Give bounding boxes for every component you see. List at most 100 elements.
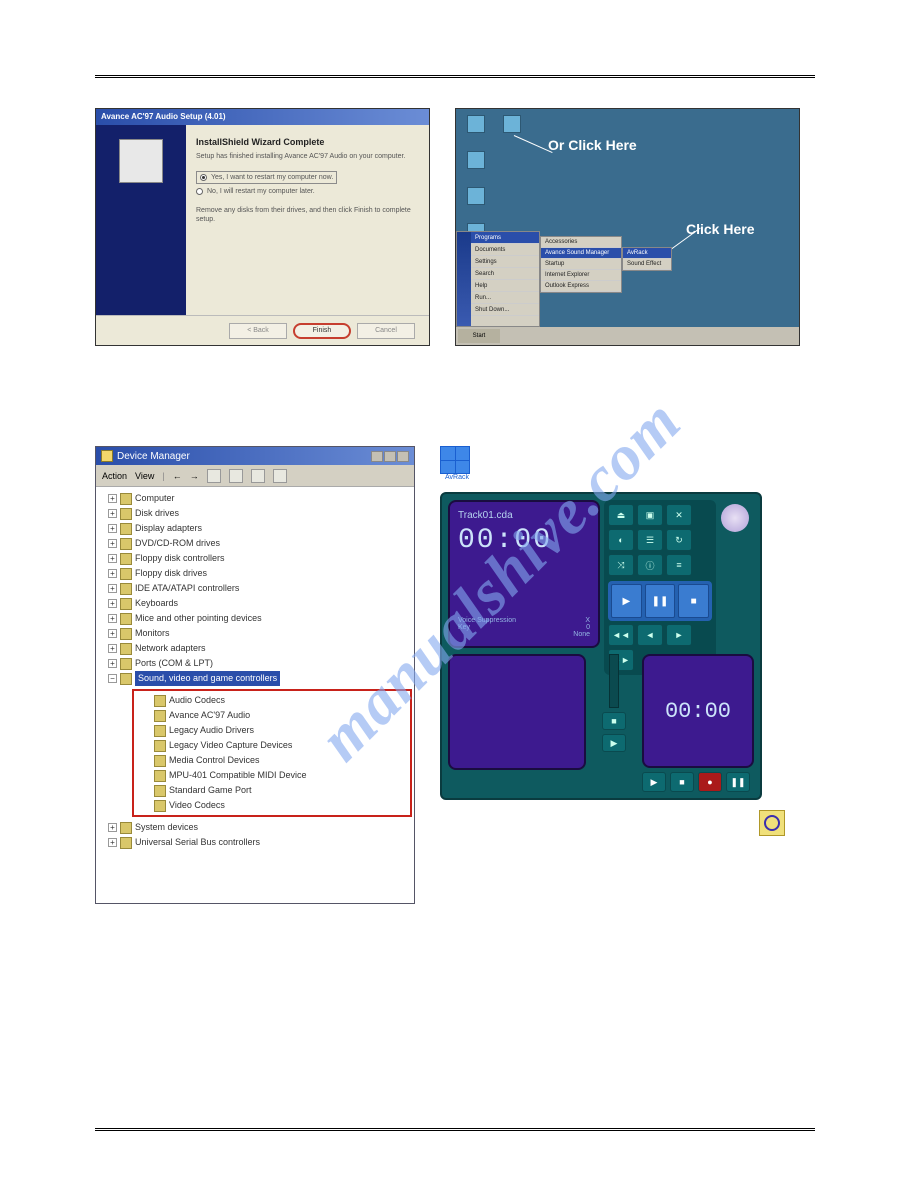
- tree-item[interactable]: +Display adapters: [98, 521, 412, 536]
- voice-label: Voice Suppression: [458, 617, 516, 624]
- install-text-1: Setup has finished installing Avance AC'…: [196, 153, 419, 161]
- radio-restart-now[interactable]: Yes, I want to restart my computer now.: [196, 171, 337, 184]
- box-icon: [119, 139, 163, 183]
- tree-item[interactable]: +Disk drives: [98, 506, 412, 521]
- tree-item[interactable]: +Monitors: [98, 626, 412, 641]
- rec-stop-button[interactable]: ■: [670, 772, 694, 792]
- device-tree[interactable]: +Computer +Disk drives +Display adapters…: [96, 487, 414, 903]
- desk-icon-3[interactable]: [464, 151, 488, 171]
- fwd-icon[interactable]: →: [190, 471, 199, 481]
- submenu-item[interactable]: Internet Explorer: [541, 270, 621, 281]
- track-name: Track01.cda: [458, 510, 590, 521]
- cancel-button[interactable]: Cancel: [357, 323, 415, 339]
- arrow-line-2: [668, 228, 701, 252]
- fwd-button[interactable]: ►: [666, 624, 692, 646]
- visualizer: [448, 654, 586, 770]
- start-button[interactable]: Start: [458, 329, 500, 343]
- open-button[interactable]: ▣: [637, 504, 663, 526]
- time-display-1: 00:00: [458, 525, 590, 556]
- eject-button[interactable]: ⏏: [608, 504, 634, 526]
- submenu-item[interactable]: Accessories: [541, 237, 621, 248]
- stop-button-2[interactable]: ■: [602, 712, 626, 730]
- menu-view[interactable]: View: [135, 471, 154, 481]
- tree-item[interactable]: Standard Game Port: [134, 783, 410, 798]
- prev-button[interactable]: ◄◄: [608, 624, 634, 646]
- tree-item[interactable]: +Mice and other pointing devices: [98, 611, 412, 626]
- player-controls: ⏏ ▣ ✕ ◐ ☰ ↻ ⤨ ⓘ ≡ ▶: [604, 500, 716, 675]
- repeat-button[interactable]: ↻: [666, 529, 692, 551]
- back-icon[interactable]: ←: [173, 471, 182, 481]
- install-heading: InstallShield Wizard Complete: [196, 137, 419, 147]
- tree-item[interactable]: Audio Codecs: [134, 693, 410, 708]
- tree-item[interactable]: +System devices: [98, 820, 412, 835]
- toolbar-icon[interactable]: [229, 469, 243, 483]
- info-button[interactable]: ⓘ: [637, 554, 663, 576]
- eq-button[interactable]: ≡: [666, 554, 692, 576]
- tree-item[interactable]: +Computer: [98, 491, 412, 506]
- play-button[interactable]: ▶: [611, 584, 642, 618]
- rec-play-button[interactable]: ▶: [642, 772, 666, 792]
- avance-submenu[interactable]: AvRack Sound Effect: [622, 247, 672, 271]
- tree-item[interactable]: +Floppy disk drives: [98, 566, 412, 581]
- desk-icon-4[interactable]: [464, 187, 488, 207]
- window-buttons[interactable]: [371, 451, 409, 462]
- programs-submenu[interactable]: Accessories Avance Sound Manager Startup…: [540, 236, 622, 293]
- device-manager-window: Device Manager Action View | ← → +Comput…: [95, 446, 415, 904]
- submenu-item[interactable]: Sound Effect: [623, 259, 671, 270]
- toolbar-icon[interactable]: [251, 469, 265, 483]
- label-or-click-here: Or Click Here: [548, 137, 637, 153]
- radio-label: Yes, I want to restart my computer now.: [211, 174, 333, 181]
- key-value: 0: [586, 624, 590, 631]
- tree-item[interactable]: Video Codecs: [134, 798, 410, 813]
- submenu-avrack[interactable]: AvRack: [623, 248, 671, 259]
- radio-restart-later[interactable]: No, I will restart my computer later.: [196, 188, 419, 195]
- submenu-item[interactable]: Startup: [541, 259, 621, 270]
- list-button[interactable]: ☰: [637, 529, 663, 551]
- tree-item[interactable]: +Network adapters: [98, 641, 412, 656]
- tree-item[interactable]: MPU-401 Compatible MIDI Device: [134, 768, 410, 783]
- taskbar[interactable]: Start: [456, 327, 799, 345]
- rewind-button[interactable]: ◄: [637, 624, 663, 646]
- start-stripe: [457, 232, 471, 326]
- play-button-2[interactable]: ▶: [602, 734, 626, 752]
- tree-item[interactable]: +IDE ATA/ATAPI controllers: [98, 581, 412, 596]
- desk-icon-2[interactable]: [500, 115, 524, 135]
- sound-effect-tray-icon[interactable]: [759, 810, 785, 836]
- install-text-2: Remove any disks from their drives, and …: [196, 207, 419, 224]
- submenu-avance[interactable]: Avance Sound Manager: [541, 248, 621, 259]
- tree-item[interactable]: +Floppy disk controllers: [98, 551, 412, 566]
- tree-sound[interactable]: −Sound, video and game controllers: [98, 671, 412, 686]
- record-button[interactable]: ●: [698, 772, 722, 792]
- tree-item[interactable]: +Universal Serial Bus controllers: [98, 835, 412, 850]
- tree-item[interactable]: Media Control Devices: [134, 753, 410, 768]
- tree-item[interactable]: +DVD/CD-ROM drives: [98, 536, 412, 551]
- tree-item[interactable]: Legacy Video Capture Devices: [134, 738, 410, 753]
- tree-item[interactable]: Legacy Audio Drivers: [134, 723, 410, 738]
- shuffle-button[interactable]: ⤨: [608, 554, 634, 576]
- rec-pause-button[interactable]: ❚❚: [726, 772, 750, 792]
- start-menu[interactable]: Programs Documents Settings Search Help …: [456, 231, 540, 327]
- volume-slider[interactable]: [609, 654, 619, 708]
- back-button[interactable]: < Back: [229, 323, 287, 339]
- tree-item[interactable]: +Ports (COM & LPT): [98, 656, 412, 671]
- pause-button[interactable]: ❚❚: [645, 584, 676, 618]
- submenu-item[interactable]: Outlook Express: [541, 281, 621, 292]
- install-sidebar: [96, 125, 186, 315]
- devmgr-titlebar: Device Manager: [96, 447, 414, 465]
- avrack-player: Track01.cda 00:00 Voice SuppressionX Key…: [440, 492, 762, 800]
- tree-item[interactable]: Avance AC'97 Audio: [134, 708, 410, 723]
- devmgr-title-text: Device Manager: [117, 451, 190, 462]
- toolbar-icon[interactable]: [207, 469, 221, 483]
- mode-button[interactable]: ◐: [608, 529, 634, 551]
- stop-button[interactable]: ■: [678, 584, 709, 618]
- toolbar-icon[interactable]: [273, 469, 287, 483]
- menu-action[interactable]: Action: [102, 471, 127, 481]
- arrow-line-1: [514, 135, 553, 153]
- tree-item[interactable]: +Keyboards: [98, 596, 412, 611]
- avrack-desktop-icon[interactable]: AvRack: [440, 446, 474, 486]
- x-icon: X: [585, 617, 590, 624]
- finish-button[interactable]: Finish: [293, 323, 351, 339]
- close-button[interactable]: ✕: [666, 504, 692, 526]
- hr-bottom: [95, 1128, 815, 1131]
- desk-icon-1[interactable]: [464, 115, 488, 135]
